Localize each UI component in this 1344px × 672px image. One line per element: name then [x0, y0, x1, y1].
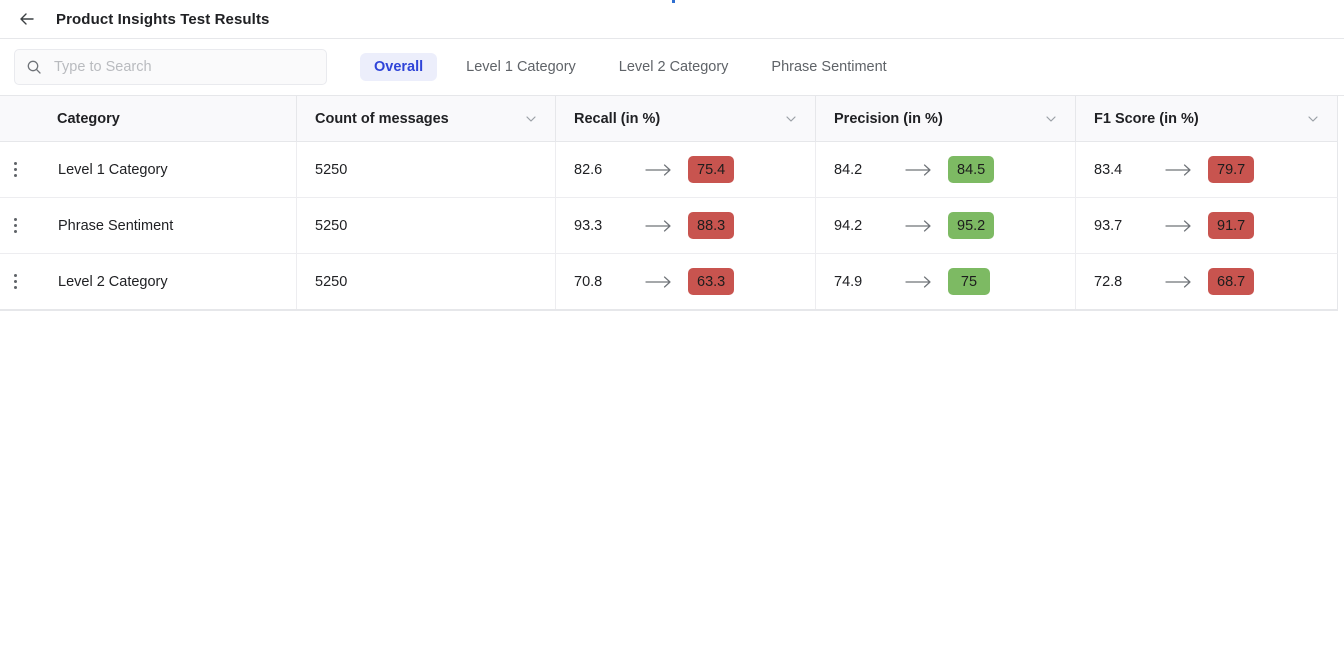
f1-current-badge: 68.7 [1208, 268, 1255, 295]
column-header-label: F1 Score (in %) [1094, 110, 1199, 127]
arrow-right-icon [644, 219, 678, 233]
cell-f1-score: 83.4 79.7 [1076, 142, 1337, 197]
cell-f1-score: 72.8 68.7 [1076, 254, 1337, 309]
precision-current-badge: 95.2 [948, 212, 995, 239]
category-label: Phrase Sentiment [58, 217, 174, 234]
kebab-menu-icon[interactable] [8, 162, 23, 177]
tab-level-2-category[interactable]: Level 2 Category [605, 53, 743, 81]
cell-count-of-messages: 5250 [297, 198, 556, 253]
kebab-menu-icon[interactable] [8, 218, 23, 233]
cell-precision: 94.2 95.2 [816, 198, 1076, 253]
cell-category: Level 2 Category [0, 254, 297, 309]
column-header-label: Count of messages [315, 110, 449, 127]
column-header-f1-score[interactable]: F1 Score (in %) [1076, 96, 1337, 141]
search-icon [25, 59, 42, 76]
cell-recall: 82.6 75.4 [556, 142, 816, 197]
toolbar: Overall Level 1 Category Level 2 Categor… [0, 39, 1344, 96]
column-header-precision[interactable]: Precision (in %) [816, 96, 1076, 141]
precision-previous-value: 84.2 [834, 161, 863, 178]
chevron-down-icon[interactable] [1305, 111, 1321, 127]
arrow-right-icon [904, 275, 938, 289]
results-table: Category Count of messages Recall (in %) [0, 96, 1338, 311]
search-box[interactable] [14, 49, 327, 85]
cell-recall: 93.3 88.3 [556, 198, 816, 253]
page-title: Product Insights Test Results [56, 10, 270, 28]
precision-current-badge: 84.5 [948, 156, 995, 183]
cell-recall: 70.8 63.3 [556, 254, 816, 309]
search-input[interactable] [54, 59, 316, 75]
cell-category: Phrase Sentiment [0, 198, 297, 253]
category-label: Level 1 Category [58, 161, 168, 178]
recall-previous-value: 70.8 [574, 273, 603, 290]
chevron-down-icon[interactable] [523, 111, 539, 127]
category-label: Level 2 Category [58, 273, 168, 290]
kebab-menu-icon[interactable] [8, 274, 23, 289]
count-value: 5250 [315, 273, 348, 290]
column-header-count-of-messages[interactable]: Count of messages [297, 96, 556, 141]
column-header-label: Precision (in %) [834, 110, 943, 127]
page-header: Product Insights Test Results [0, 0, 1344, 39]
arrow-left-icon [17, 9, 37, 29]
count-value: 5250 [315, 161, 348, 178]
table-row[interactable]: Phrase Sentiment 5250 93.3 88.3 94.2 95.… [0, 198, 1338, 254]
f1-current-badge: 79.7 [1208, 156, 1255, 183]
column-header-label: Category [57, 110, 120, 127]
arrow-right-icon [1164, 219, 1198, 233]
precision-previous-value: 74.9 [834, 273, 863, 290]
f1-previous-value: 93.7 [1094, 217, 1123, 234]
column-header-category: Category [0, 96, 297, 141]
recall-current-badge: 75.4 [688, 156, 735, 183]
recall-current-badge: 63.3 [688, 268, 735, 295]
recall-current-badge: 88.3 [688, 212, 735, 239]
arrow-right-icon [904, 219, 938, 233]
cell-precision: 74.9 75 [816, 254, 1076, 309]
cell-count-of-messages: 5250 [297, 254, 556, 309]
table-row[interactable]: Level 2 Category 5250 70.8 63.3 74.9 75 … [0, 254, 1338, 310]
count-value: 5250 [315, 217, 348, 234]
arrow-right-icon [904, 163, 938, 177]
table-header-row: Category Count of messages Recall (in %) [0, 96, 1338, 142]
chevron-down-icon[interactable] [783, 111, 799, 127]
precision-current-badge: 75 [948, 268, 990, 295]
cell-category: Level 1 Category [0, 142, 297, 197]
tab-phrase-sentiment[interactable]: Phrase Sentiment [757, 53, 900, 81]
arrow-right-icon [1164, 275, 1198, 289]
recall-previous-value: 93.3 [574, 217, 603, 234]
arrow-right-icon [1164, 163, 1198, 177]
back-button[interactable] [14, 6, 40, 32]
f1-previous-value: 83.4 [1094, 161, 1123, 178]
column-header-label: Recall (in %) [574, 110, 661, 127]
column-header-recall[interactable]: Recall (in %) [556, 96, 816, 141]
table-row[interactable]: Level 1 Category 5250 82.6 75.4 84.2 84.… [0, 142, 1338, 198]
precision-previous-value: 94.2 [834, 217, 863, 234]
tab-overall[interactable]: Overall [360, 53, 438, 81]
f1-previous-value: 72.8 [1094, 273, 1123, 290]
stray-pixel-artifact [672, 0, 675, 3]
f1-current-badge: 91.7 [1208, 212, 1255, 239]
arrow-right-icon [644, 275, 678, 289]
recall-previous-value: 82.6 [574, 161, 603, 178]
arrow-right-icon [644, 163, 678, 177]
cell-precision: 84.2 84.5 [816, 142, 1076, 197]
tab-level-1-category[interactable]: Level 1 Category [452, 53, 590, 81]
chevron-down-icon[interactable] [1043, 111, 1059, 127]
tab-bar: Overall Level 1 Category Level 2 Categor… [360, 53, 901, 81]
cell-f1-score: 93.7 91.7 [1076, 198, 1337, 253]
cell-count-of-messages: 5250 [297, 142, 556, 197]
